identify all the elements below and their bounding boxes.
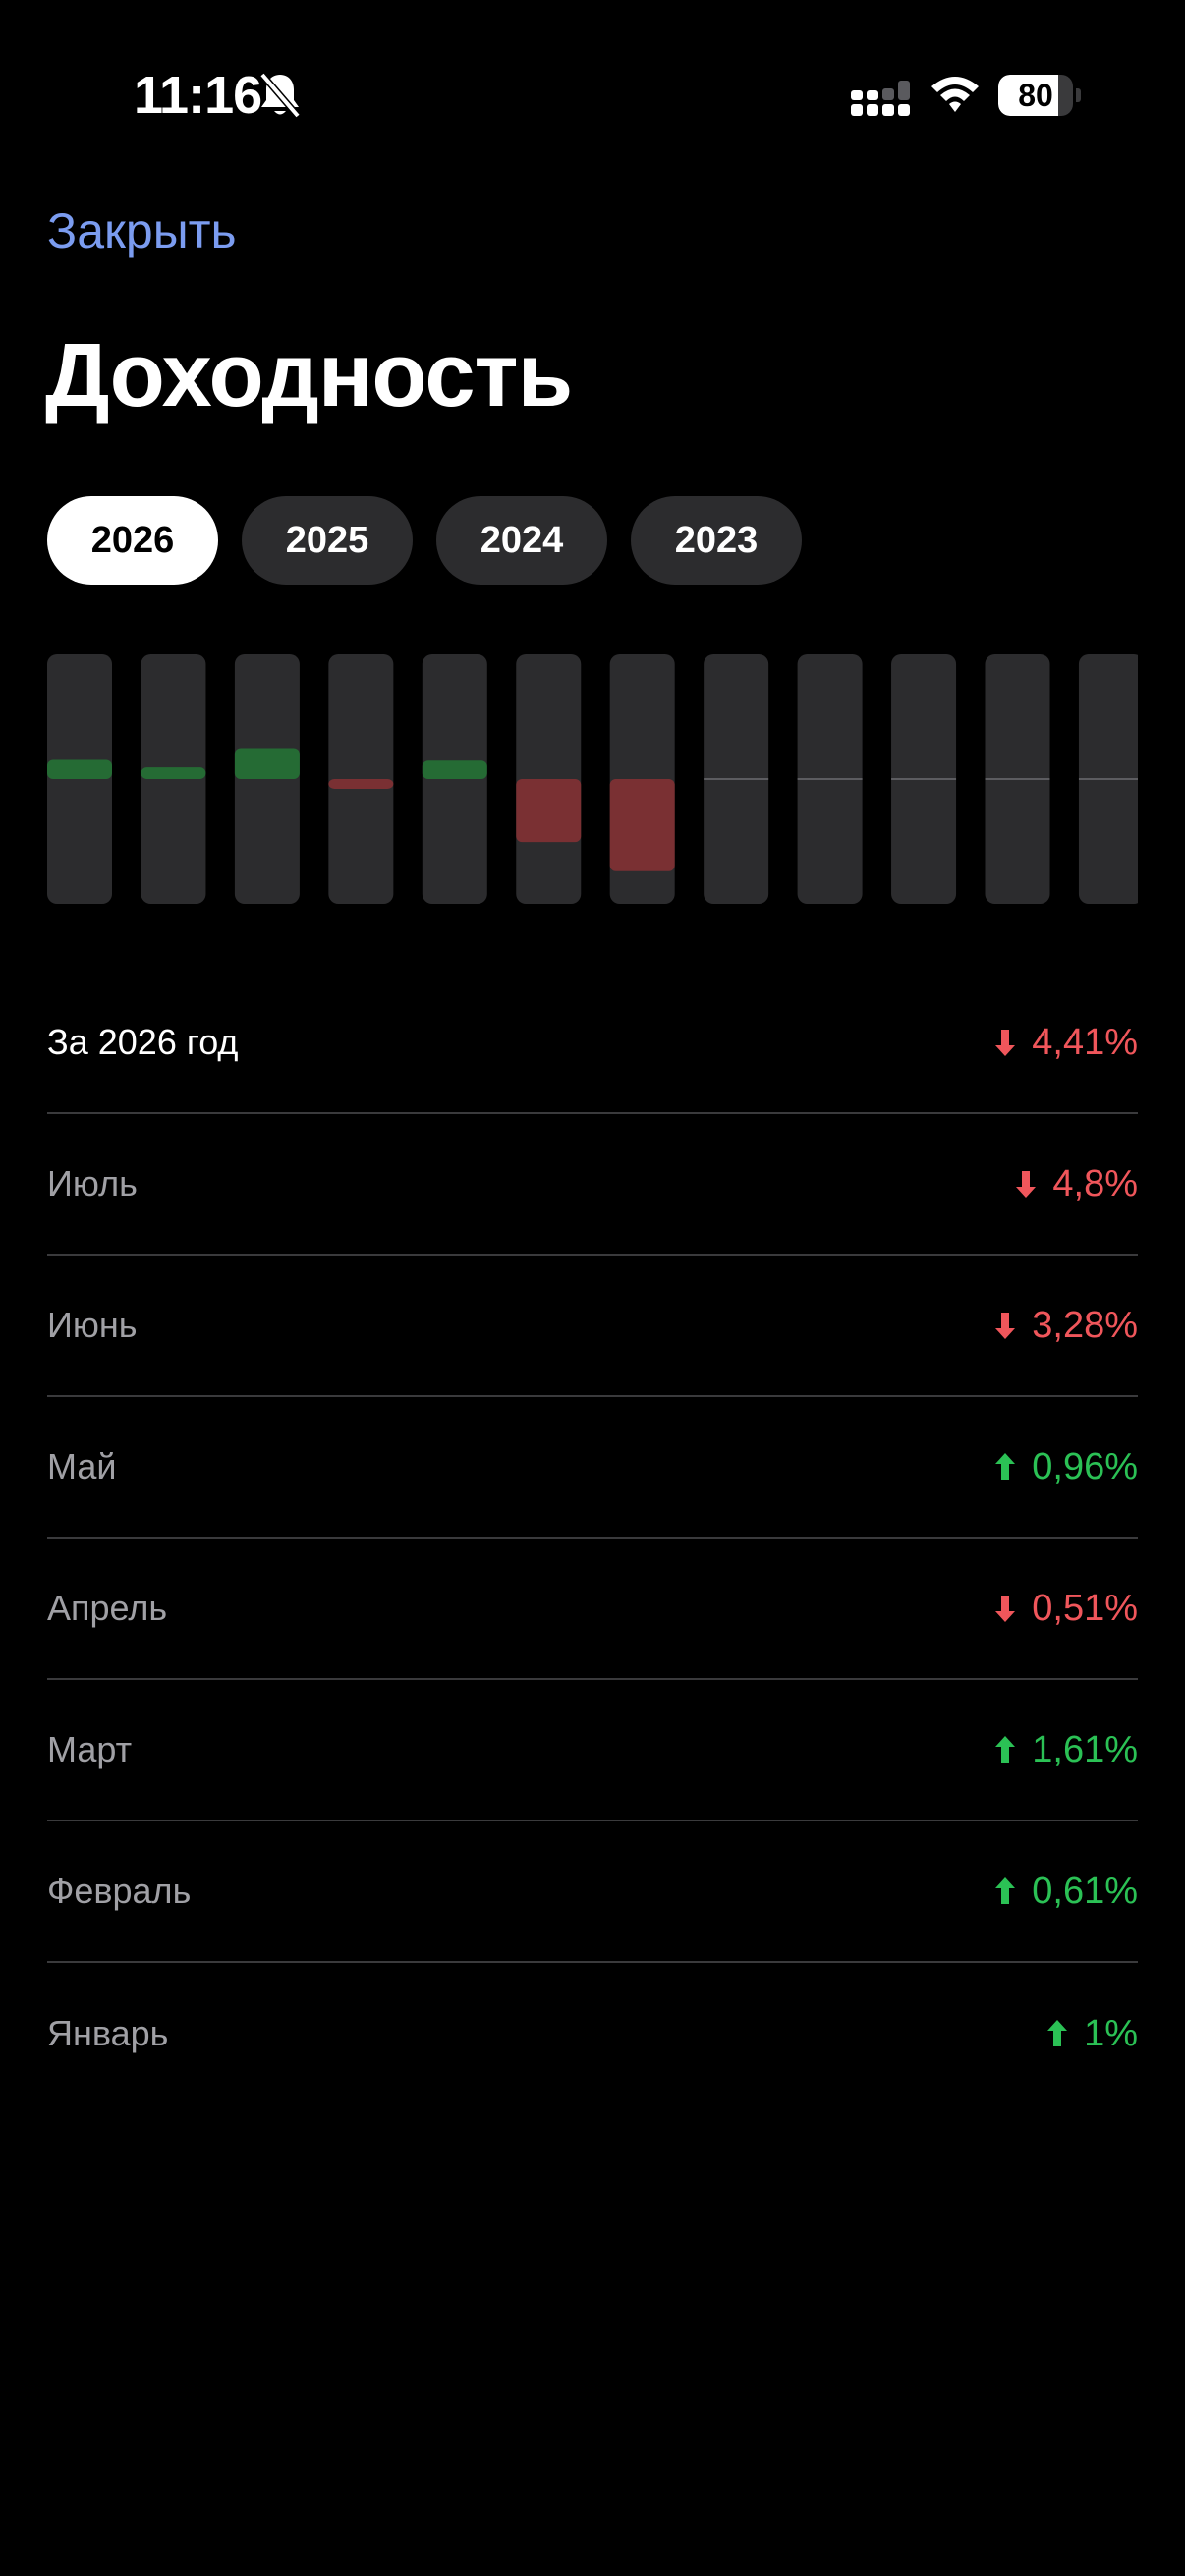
close-button[interactable]: Закрыть (47, 202, 237, 259)
returns-list: За 2026 год 4,41% Июль 4,8% Июнь 3,28% М… (47, 973, 1138, 2104)
month-label: Март (47, 1729, 133, 1769)
month-value: 0,51% (992, 1588, 1138, 1630)
cellular-signal-icon (851, 81, 910, 116)
year-total-row: За 2026 год 4,41% (47, 973, 1138, 1114)
bell-slash-icon (259, 72, 301, 119)
chart-bar (47, 759, 112, 779)
month-percent: 0,61% (1032, 1870, 1138, 1912)
chart-zero-line (985, 778, 1050, 780)
list-item[interactable]: Апрель 0,51% (47, 1539, 1138, 1680)
month-percent: 4,8% (1052, 1162, 1138, 1204)
chart-column[interactable] (704, 654, 769, 904)
battery-body: 80 (998, 75, 1073, 116)
month-percent: 1% (1084, 2012, 1138, 2054)
year-total-label: За 2026 год (47, 1022, 239, 1062)
list-item[interactable]: Февраль 0,61% (47, 1821, 1138, 1963)
tab-2025[interactable]: 2025 (242, 496, 413, 585)
chart-bar (516, 779, 582, 843)
month-label: Февраль (47, 1871, 192, 1911)
tab-2024[interactable]: 2024 (436, 496, 607, 585)
arrow-down-icon (1016, 1171, 1037, 1198)
battery-icon: 80 (998, 75, 1081, 116)
chart-bar (234, 748, 300, 779)
battery-tip (1076, 88, 1081, 102)
arrow-down-icon (995, 1596, 1016, 1622)
month-percent: 0,51% (1032, 1587, 1138, 1629)
list-item[interactable]: Июнь 3,28% (47, 1256, 1138, 1397)
month-value: 1,61% (992, 1729, 1138, 1771)
month-label: Январь (47, 2013, 169, 2053)
month-percent: 3,28% (1032, 1304, 1138, 1346)
status-time: 11:16 (134, 66, 262, 125)
year-total-value: 4,41% (992, 1022, 1138, 1064)
chart-column[interactable] (47, 654, 112, 904)
month-value: 0,61% (992, 1871, 1138, 1913)
chart-column[interactable] (328, 654, 394, 904)
arrow-up-icon (995, 1453, 1016, 1480)
chart-zero-line (891, 778, 957, 780)
chart-column[interactable] (141, 654, 206, 904)
month-label: Июль (47, 1163, 138, 1204)
arrow-up-icon (995, 1736, 1016, 1763)
list-item[interactable]: Июль 4,8% (47, 1114, 1138, 1256)
list-item[interactable]: Январь 1% (47, 1963, 1138, 2104)
year-total-percent: 4,41% (1032, 1021, 1138, 1063)
month-value: 4,8% (1013, 1163, 1138, 1205)
month-label: Май (47, 1446, 117, 1486)
list-item[interactable]: Март 1,61% (47, 1680, 1138, 1821)
tab-2026[interactable]: 2026 (47, 496, 218, 585)
arrow-up-icon (995, 1877, 1016, 1904)
tab-2023[interactable]: 2023 (631, 496, 802, 585)
month-value: 1% (1044, 2013, 1138, 2055)
chart-zero-line (1078, 778, 1138, 780)
chart-zero-line (797, 778, 863, 780)
battery-percent: 80 (1018, 78, 1053, 113)
chart-column[interactable] (609, 654, 675, 904)
chart-column[interactable] (234, 654, 300, 904)
chart-bar (328, 779, 394, 789)
chart-bar (609, 779, 675, 871)
month-label: Апрель (47, 1588, 168, 1628)
monthly-returns-chart (47, 654, 1138, 904)
chart-bar (141, 767, 206, 779)
chart-column[interactable] (516, 654, 582, 904)
status-bar: 11:16 80 (0, 0, 1185, 147)
arrow-up-icon (1047, 2020, 1068, 2046)
arrow-down-icon (995, 1313, 1016, 1339)
arrow-down-icon (995, 1030, 1016, 1056)
month-label: Июнь (47, 1305, 138, 1345)
chart-column[interactable] (797, 654, 863, 904)
chart-zero-line (704, 778, 769, 780)
month-value: 3,28% (992, 1305, 1138, 1347)
page-title: Доходность (45, 325, 573, 425)
month-value: 0,96% (992, 1446, 1138, 1488)
year-tabs: 2026 2025 2024 2023 (47, 496, 802, 585)
wifi-icon (931, 77, 979, 112)
month-percent: 1,61% (1032, 1728, 1138, 1770)
chart-column[interactable] (891, 654, 957, 904)
chart-bar (422, 760, 487, 779)
month-percent: 0,96% (1032, 1445, 1138, 1487)
chart-column[interactable] (985, 654, 1050, 904)
chart-column[interactable] (1078, 654, 1138, 904)
list-item[interactable]: Май 0,96% (47, 1397, 1138, 1539)
chart-column[interactable] (422, 654, 487, 904)
